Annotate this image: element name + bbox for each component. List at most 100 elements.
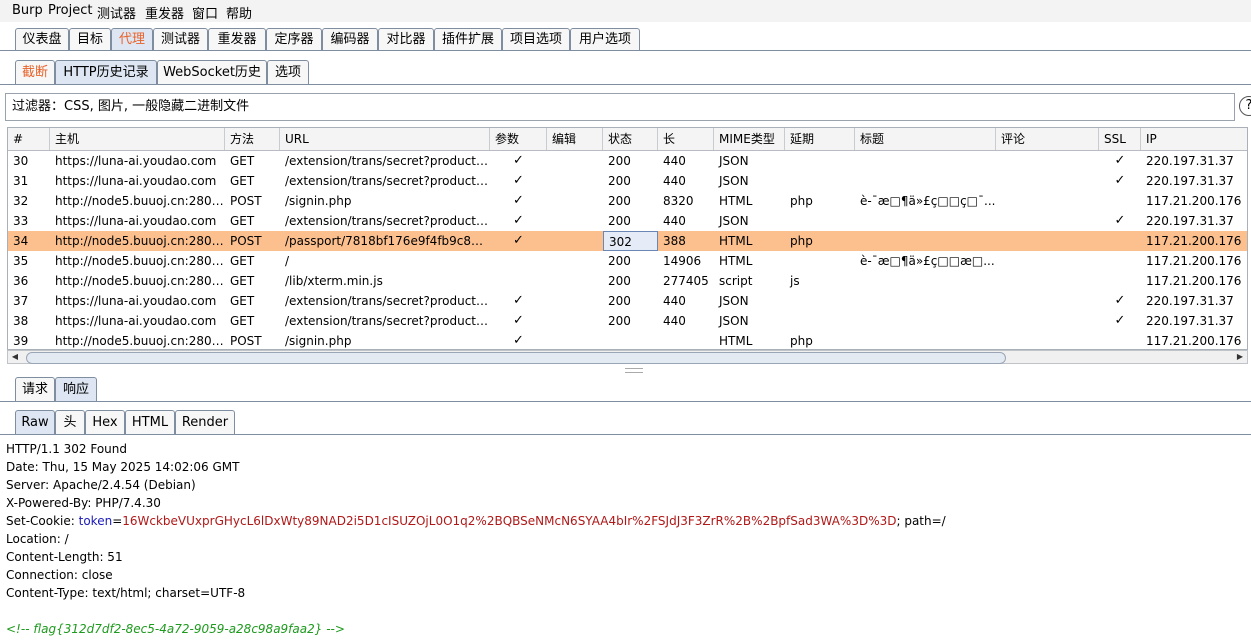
cell-comment [996, 151, 1099, 171]
pane-splitter[interactable] [0, 367, 1251, 373]
cell-method: GET [230, 154, 255, 168]
table-row[interactable]: 38 https://luna-ai.youdao.com GET/extensio… [8, 311, 1247, 331]
cell-method: GET [230, 294, 255, 308]
col-extension[interactable]: 延期 [785, 128, 855, 150]
tab-http-history[interactable]: HTTP历史记录 [55, 60, 157, 84]
cell-ext [785, 251, 855, 271]
proxy-tab-underline [0, 84, 1251, 85]
cell-ext: js [790, 274, 800, 288]
table-row[interactable]: 30 https://luna-ai.youdao.com GET/extensio… [8, 151, 1247, 171]
cell-mime: HTML [719, 254, 753, 268]
cell-status: 200 [608, 274, 631, 288]
col-ssl[interactable]: SSL [1099, 128, 1141, 150]
cell-ext [785, 291, 855, 311]
response-editor[interactable]: HTTP/1.1 302 Found Date: Thu, 15 May 202… [6, 440, 1246, 638]
cell-host: https://luna-ai.youdao.com [55, 154, 217, 168]
tab-decoder[interactable]: 编码器 [322, 28, 378, 50]
cell-status: 200 [608, 314, 631, 328]
cell-comment [996, 171, 1099, 191]
table-row[interactable]: 35 http://node5.buuoj.cn:28081 GET / 200 1490… [8, 251, 1247, 271]
cell-num: 35 [13, 254, 29, 268]
cell-length: 440 [663, 174, 686, 188]
col-title[interactable]: 标题 [855, 128, 996, 150]
view-tab-bar: Raw 头 Hex HTML Render [0, 409, 1251, 435]
tab-raw[interactable]: Raw [15, 410, 55, 434]
tab-intercept[interactable]: 截断 [15, 60, 55, 84]
tab-response[interactable]: 响应 [55, 377, 97, 401]
cookie-value: 16WckbeVUxprGHycL6lDxWty89NAD2i5D1cISUZO… [122, 514, 897, 528]
table-row[interactable]: 33 https://luna-ai.youdao.com GET/extensio… [8, 211, 1247, 231]
scroll-left-icon[interactable]: ◀ [8, 351, 22, 363]
menu-repeater[interactable]: 重发器 [145, 3, 184, 22]
tab-html[interactable]: HTML [125, 410, 175, 434]
col-edited[interactable]: 编辑 [547, 128, 603, 150]
cell-num: 37 [13, 294, 29, 308]
col-host[interactable]: 主机 [50, 128, 225, 150]
tab-intruder[interactable]: 测试器 [153, 28, 208, 50]
col-url[interactable]: URL [280, 128, 490, 150]
tab-sequencer[interactable]: 定序器 [266, 28, 322, 50]
cell-num: 33 [13, 214, 29, 228]
menu-project[interactable]: Project [48, 3, 92, 18]
tab-extender[interactable]: 插件扩展 [434, 28, 502, 50]
cell-num: 32 [13, 194, 29, 208]
tab-headers[interactable]: 头 [55, 410, 85, 434]
scrollbar-thumb[interactable] [26, 352, 1006, 364]
response-powered-header: X-Powered-By: PHP/7.4.30 [6, 496, 161, 510]
cell-url: /extension/trans/secret?productName=... [285, 174, 490, 188]
cell-ip: 117.21.200.176 [1146, 254, 1242, 268]
cell-title [855, 271, 996, 291]
col-length[interactable]: 长 [658, 128, 714, 150]
cell-host: http://node5.buuoj.cn:28081 [55, 334, 225, 348]
table-row[interactable]: 36 http://node5.buuoj.cn:28081 GET/lib/xte… [8, 271, 1247, 291]
splitter-grip-icon[interactable] [625, 368, 643, 373]
tab-websocket-history[interactable]: WebSocket历史 [157, 60, 267, 84]
col-mime[interactable]: MIME类型 [714, 128, 785, 150]
cell-ip: 220.197.31.37 [1146, 294, 1234, 308]
cell-ext [785, 211, 855, 231]
help-icon[interactable]: ? [1239, 96, 1251, 116]
cell-edit [547, 251, 603, 271]
main-tab-underline [0, 50, 1251, 51]
tab-comparer[interactable]: 对比器 [378, 28, 434, 50]
tab-project-options[interactable]: 项目选项 [502, 28, 570, 50]
response-content-type-header: Content-Type: text/html; charset=UTF-8 [6, 586, 246, 600]
cell-status: 200 [608, 154, 631, 168]
tab-dashboard[interactable]: 仪表盘 [15, 28, 69, 50]
table-row[interactable]: 37 https://luna-ai.youdao.com GET/extensio… [8, 291, 1247, 311]
menu-window[interactable]: 窗口 [192, 3, 218, 22]
table-row[interactable]: 31 https://luna-ai.youdao.com GET/extensio… [8, 171, 1247, 191]
tab-user-options[interactable]: 用户选项 [570, 28, 640, 50]
col-params[interactable]: 参数 [490, 128, 547, 150]
message-tab-bar: 请求 响应 [0, 376, 1251, 402]
menu-intruder[interactable]: 测试器 [97, 3, 136, 22]
scroll-right-icon[interactable]: ▶ [1233, 351, 1247, 363]
horizontal-scrollbar[interactable]: ◀ ▶ [7, 350, 1248, 364]
cell-host: http://node5.buuoj.cn:28081 [55, 254, 225, 268]
cell-ip: 117.21.200.176 [1146, 334, 1242, 348]
table-row[interactable]: 32 http://node5.buuoj.cn:28081 POST/signin… [8, 191, 1247, 211]
tab-proxy[interactable]: 代理 [111, 28, 153, 50]
col-comment[interactable]: 评论 [996, 128, 1099, 150]
response-connection-header: Connection: close [6, 568, 113, 582]
table-row[interactable]: 39 http://node5.buuoj.cn:28081 POST/signin… [8, 331, 1247, 349]
tab-hex[interactable]: Hex [85, 410, 125, 434]
cell-length: 14906 [663, 254, 702, 268]
filter-bar[interactable]: 过滤器：CSS, 图片, 一般隐藏二进制文件 [5, 93, 1235, 121]
cell-title [855, 311, 996, 331]
menu-help[interactable]: 帮助 [226, 3, 252, 22]
message-tab-underline [0, 401, 1251, 402]
menu-burp[interactable]: Burp [12, 3, 43, 18]
cell-length: 8320 [663, 194, 694, 208]
col-status[interactable]: 状态 [603, 128, 658, 150]
col-num[interactable]: # [8, 128, 50, 150]
tab-render[interactable]: Render [175, 410, 235, 434]
tab-repeater[interactable]: 重发器 [208, 28, 266, 50]
tab-target[interactable]: 目标 [69, 28, 111, 50]
col-ip[interactable]: IP [1141, 128, 1247, 150]
col-method[interactable]: 方法 [225, 128, 280, 150]
cell-edit [547, 211, 603, 231]
table-row[interactable]: 34 http://node5.buuoj.cn:28081 POST/passpo… [8, 231, 1247, 251]
tab-options[interactable]: 选项 [267, 60, 309, 84]
tab-request[interactable]: 请求 [15, 377, 55, 401]
